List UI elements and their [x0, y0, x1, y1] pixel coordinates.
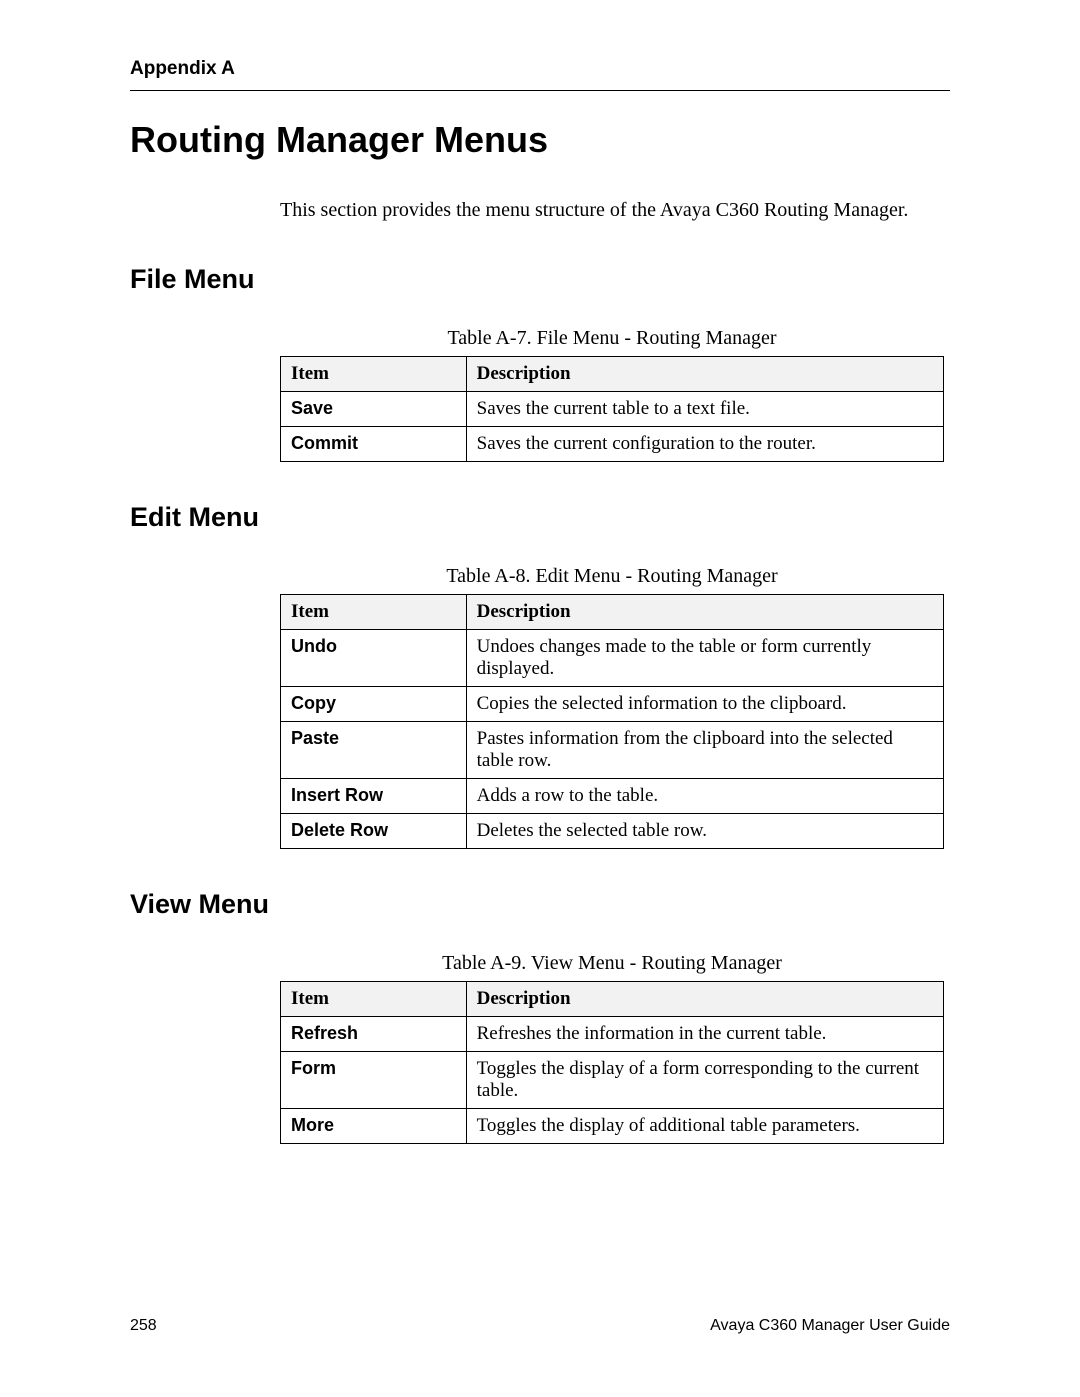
col-desc-header: Description: [466, 595, 943, 630]
table-row: Undo Undoes changes made to the table or…: [281, 630, 944, 687]
table-caption-view: Table A-9. View Menu - Routing Manager: [280, 952, 944, 975]
col-item-header: Item: [281, 595, 467, 630]
table-block-view: Table A-9. View Menu - Routing Manager I…: [280, 952, 944, 1144]
page-title: Routing Manager Menus: [130, 119, 950, 161]
table-cell-item: Form: [281, 1052, 467, 1109]
table-cell-item: Paste: [281, 722, 467, 779]
table-cell-item: Undo: [281, 630, 467, 687]
page: Appendix A Routing Manager Menus This se…: [0, 0, 1080, 1397]
table-block-file: Table A-7. File Menu - Routing Manager I…: [280, 327, 944, 462]
table-cell-item: Delete Row: [281, 814, 467, 849]
table-row: Refresh Refreshes the information in the…: [281, 1017, 944, 1052]
table-cell-item: Save: [281, 392, 467, 427]
table-view: Item Description Refresh Refreshes the i…: [280, 981, 944, 1144]
section-heading-file: File Menu: [130, 264, 950, 295]
table-cell-desc: Saves the current table to a text file.: [466, 392, 943, 427]
table-cell-desc: Pastes information from the clipboard in…: [466, 722, 943, 779]
table-caption-edit: Table A-8. Edit Menu - Routing Manager: [280, 565, 944, 588]
table-cell-desc: Saves the current configuration to the r…: [466, 427, 943, 462]
section-heading-edit: Edit Menu: [130, 502, 950, 533]
table-cell-desc: Toggles the display of additional table …: [466, 1109, 943, 1144]
table-row: Form Toggles the display of a form corre…: [281, 1052, 944, 1109]
table-file: Item Description Save Saves the current …: [280, 356, 944, 462]
table-cell-desc: Refreshes the information in the current…: [466, 1017, 943, 1052]
header-rule: [130, 90, 950, 91]
table-cell-item: Refresh: [281, 1017, 467, 1052]
table-block-edit: Table A-8. Edit Menu - Routing Manager I…: [280, 565, 944, 849]
table-cell-desc: Adds a row to the table.: [466, 779, 943, 814]
table-header-row: Item Description: [281, 357, 944, 392]
table-cell-item: Commit: [281, 427, 467, 462]
page-number: 258: [130, 1317, 157, 1335]
col-desc-header: Description: [466, 982, 943, 1017]
table-row: Commit Saves the current configuration t…: [281, 427, 944, 462]
table-edit: Item Description Undo Undoes changes mad…: [280, 594, 944, 849]
table-row: Save Saves the current table to a text f…: [281, 392, 944, 427]
table-header-row: Item Description: [281, 595, 944, 630]
table-row: Delete Row Deletes the selected table ro…: [281, 814, 944, 849]
page-footer: 258 Avaya C360 Manager User Guide: [130, 1317, 950, 1335]
table-cell-item: Insert Row: [281, 779, 467, 814]
running-header: Appendix A: [130, 58, 950, 80]
table-row: Copy Copies the selected information to …: [281, 687, 944, 722]
table-row: Insert Row Adds a row to the table.: [281, 779, 944, 814]
table-row: Paste Pastes information from the clipbo…: [281, 722, 944, 779]
footer-guide-title: Avaya C360 Manager User Guide: [710, 1317, 950, 1335]
table-cell-desc: Copies the selected information to the c…: [466, 687, 943, 722]
table-cell-desc: Undoes changes made to the table or form…: [466, 630, 943, 687]
col-item-header: Item: [281, 982, 467, 1017]
intro-paragraph: This section provides the menu structure…: [280, 197, 950, 224]
col-item-header: Item: [281, 357, 467, 392]
table-cell-item: Copy: [281, 687, 467, 722]
col-desc-header: Description: [466, 357, 943, 392]
table-row: More Toggles the display of additional t…: [281, 1109, 944, 1144]
table-cell-desc: Toggles the display of a form correspond…: [466, 1052, 943, 1109]
section-heading-view: View Menu: [130, 889, 950, 920]
table-header-row: Item Description: [281, 982, 944, 1017]
table-cell-item: More: [281, 1109, 467, 1144]
table-cell-desc: Deletes the selected table row.: [466, 814, 943, 849]
table-caption-file: Table A-7. File Menu - Routing Manager: [280, 327, 944, 350]
